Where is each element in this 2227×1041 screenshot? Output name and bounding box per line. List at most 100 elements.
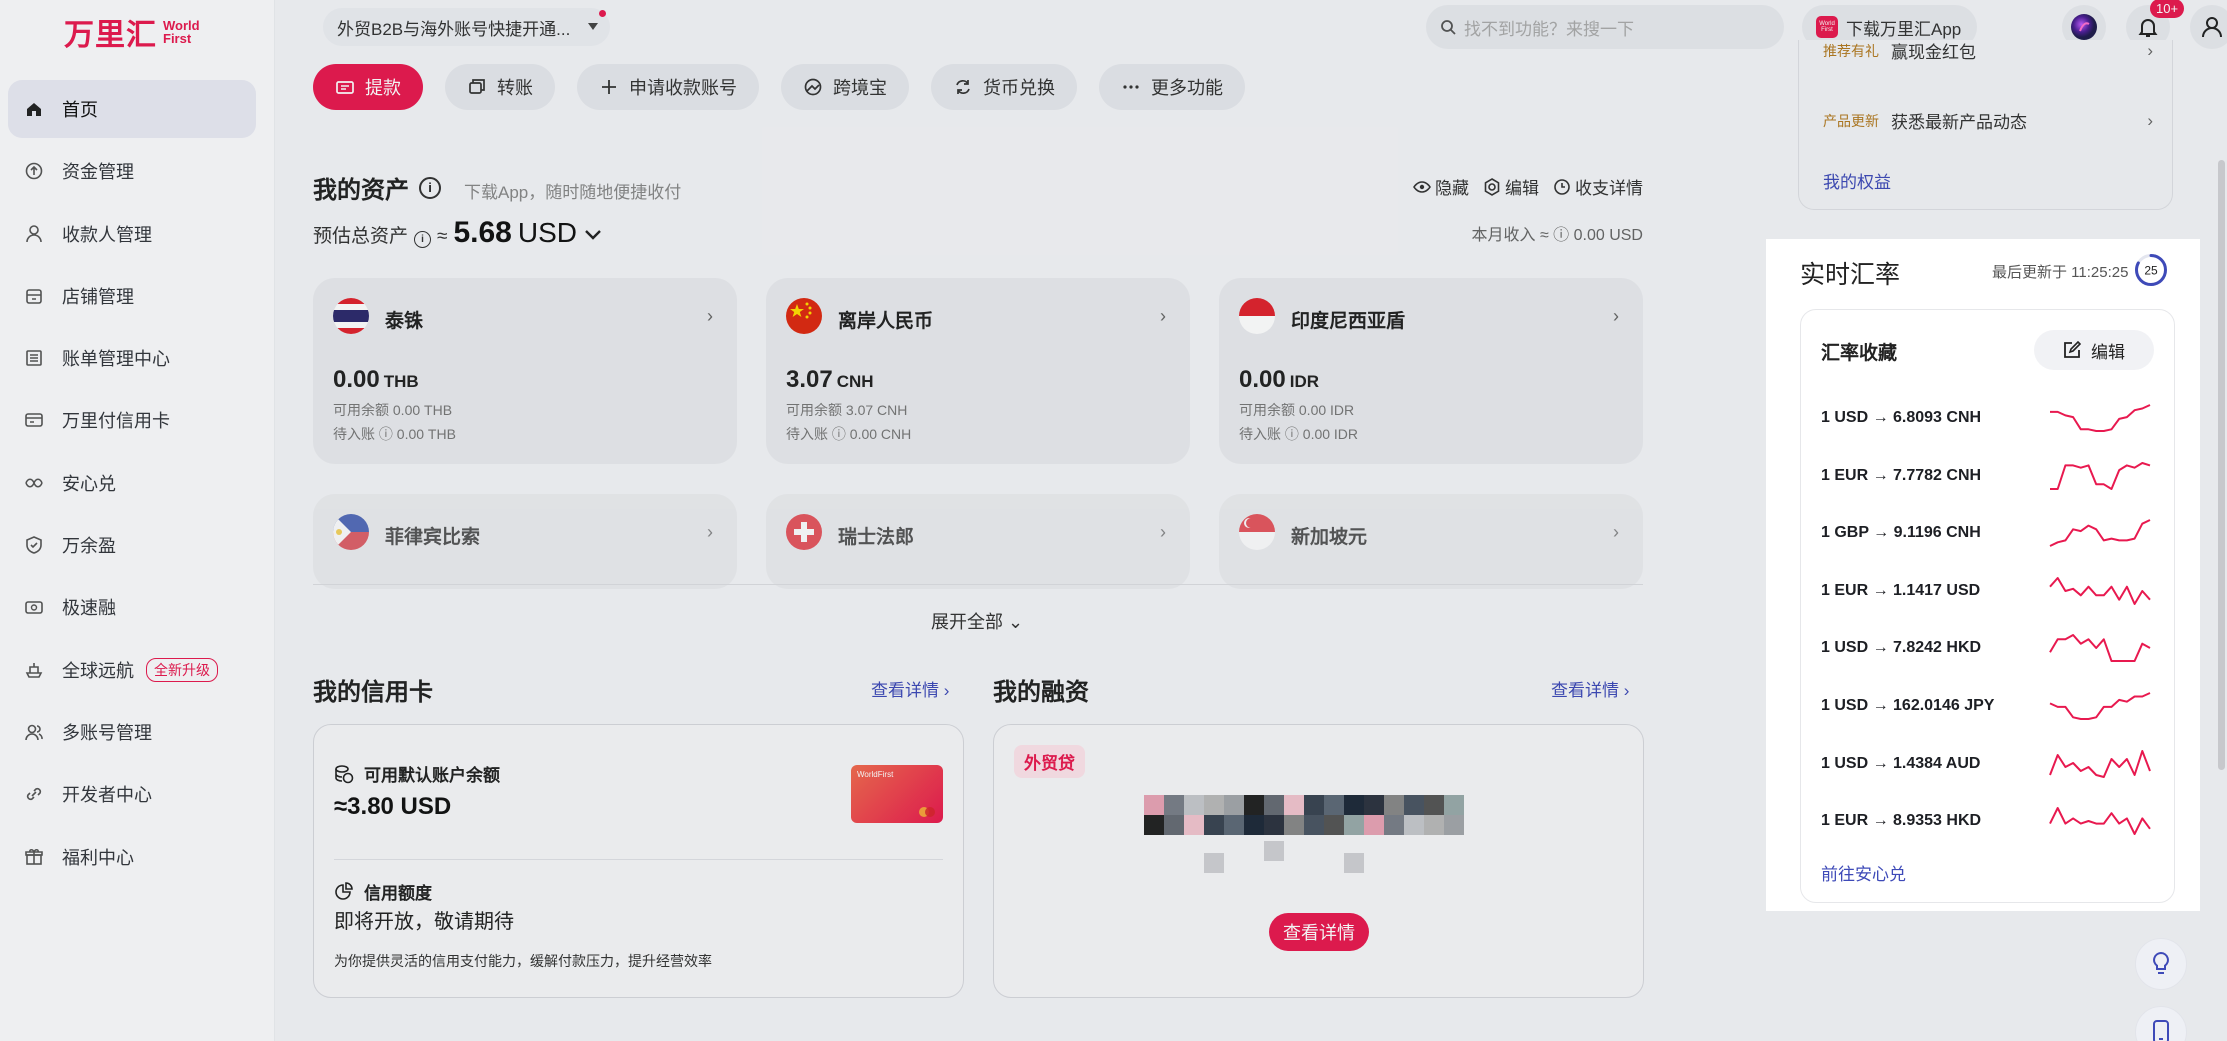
flag-sg-icon	[1239, 514, 1275, 550]
currency-card-ph[interactable]: 菲律宾比索 ›	[313, 494, 737, 589]
search-placeholder: 找不到功能？来搜一下	[1464, 19, 1634, 39]
expand-all-button[interactable]: 展开全部 ⌄	[931, 608, 1023, 634]
rate-sparkline	[2050, 404, 2151, 432]
currency-card-ch[interactable]: 瑞士法郎 ›	[766, 494, 1190, 589]
rate-row[interactable]: 1 EUR → 8.9353 HKD	[1821, 801, 2151, 841]
edit-favorites-button[interactable]: 编辑	[2034, 330, 2154, 370]
details-label: 收支详情	[1575, 179, 1643, 198]
download-app-label: 下载万里汇App	[1846, 19, 1962, 39]
credit-limit-label: 信用额度	[364, 884, 432, 903]
chevron-right-icon: ›	[1160, 306, 1166, 326]
rate-row[interactable]: 1 USD → 162.0146 JPY	[1821, 686, 2151, 726]
financing-details-button[interactable]: 查看详情	[1269, 913, 1369, 951]
mosaic-cell	[1264, 841, 1284, 861]
clock-icon	[1554, 178, 1570, 195]
rate-row[interactable]: 1 EUR → 7.7782 CNH	[1821, 456, 2151, 496]
tips-button[interactable]	[2135, 938, 2187, 990]
flag-th-icon	[333, 298, 369, 334]
mosaic-cell	[1204, 815, 1224, 835]
currency-card-sg[interactable]: 新加坡元 ›	[1219, 494, 1643, 589]
edit-assets-button[interactable]: 编辑	[1483, 174, 1539, 199]
rate-sparkline	[2049, 519, 2151, 548]
sidebar: 万里汇 World First 首页 资金管理 收款人管理 店铺管理 账单管理中…	[0, 0, 275, 1041]
card-icon	[25, 413, 43, 428]
rate-row[interactable]: 1 USD → 7.8242 HKD	[1821, 628, 2151, 668]
goto-exchange-link[interactable]: 前往安心兑	[1821, 860, 1906, 885]
edit-label: 编辑	[2091, 342, 2125, 362]
action-button-0[interactable]: 提款	[313, 64, 423, 110]
sidebar-item-12[interactable]: 福利中心	[8, 828, 256, 886]
asset-links: 隐藏 编辑 收支详情	[1413, 174, 1643, 199]
sidebar-item-4[interactable]: 账单管理中心	[8, 329, 256, 387]
sidebar-item-11[interactable]: 开发者中心	[8, 765, 256, 823]
user-avatar-button[interactable]	[2190, 5, 2227, 49]
sparkline-path	[2049, 634, 2151, 663]
mosaic-cell	[1344, 853, 1364, 873]
chevron-right-icon: ›	[707, 306, 713, 326]
financing-view-details-link[interactable]: 查看详情 ›	[1551, 676, 1629, 701]
sidebar-item-5[interactable]: 万里付信用卡	[8, 391, 256, 449]
sparkline-path	[2049, 749, 2151, 778]
currency-card-id[interactable]: 印度尼西亚盾 › 0.00 IDR 可用余额 0.00 IDR 待入账 ⓘ 0.00…	[1219, 278, 1643, 464]
app-logo-icon: World First	[1816, 16, 1838, 38]
action-label: 跨境宝	[833, 78, 887, 98]
my-benefits-link[interactable]: 我的权益	[1823, 168, 1891, 193]
last-updated: 最后更新于 11:25:25	[1992, 264, 2129, 281]
product-update-row[interactable]: 产品更新 获悉最新产品动态 ›	[1823, 108, 2153, 133]
action-button-4[interactable]: 货币兑换	[931, 64, 1077, 110]
sidebar-item-0[interactable]: 首页	[8, 80, 256, 138]
income-details-button[interactable]: 收支详情	[1553, 174, 1643, 199]
rates-title: 实时汇率	[1800, 261, 1901, 289]
sidebar-item-9[interactable]: 全球远航 全新升级	[8, 641, 256, 699]
total-assets: 预估总资产 i ≈ 5.68 USD	[313, 216, 603, 250]
chevron-down-icon[interactable]	[583, 228, 603, 242]
search-input[interactable]: 找不到功能？来搜一下	[1426, 5, 1784, 49]
sidebar-item-2[interactable]: 收款人管理	[8, 205, 256, 263]
logo-cn: 万里汇	[64, 19, 157, 52]
hide-button[interactable]: 隐藏	[1413, 174, 1469, 199]
mosaic-cell	[1444, 815, 1464, 835]
refresh-countdown[interactable]: 25	[2134, 253, 2168, 287]
store-icon	[26, 289, 42, 304]
sidebar-item-8[interactable]: 极速融	[8, 578, 256, 636]
benefits-panel: 推荐有礼 赢现金红包 › 产品更新 获悉最新产品动态 › 我的权益	[1798, 40, 2173, 210]
sidebar-item-7[interactable]: 万余盈	[8, 516, 256, 574]
sparkline-path	[2049, 807, 2151, 836]
action-button-5[interactable]: 更多功能	[1099, 64, 1245, 110]
financing-link-label: 查看详情	[1551, 681, 1619, 700]
pending-balance: 待入账 ⓘ 0.00 THB	[333, 426, 456, 442]
mosaic-cell	[1404, 815, 1424, 835]
rate-row[interactable]: 1 EUR → 1.1417 USD	[1821, 571, 2151, 611]
sidebar-item-3[interactable]: 店铺管理	[8, 267, 256, 325]
rate-row[interactable]: 1 USD → 6.8093 CNH	[1821, 398, 2151, 438]
referral-row[interactable]: 推荐有礼 赢现金红包 ›	[1823, 38, 2153, 63]
gift-icon	[25, 848, 43, 865]
mosaic-cell	[1284, 815, 1304, 835]
action-button-3[interactable]: 跨境宝	[781, 64, 909, 110]
sidebar-item-6[interactable]: 安心兑	[8, 454, 256, 512]
rate-row[interactable]: 1 GBP → 9.1196 CNH	[1821, 513, 2151, 553]
caret-down-icon	[588, 23, 599, 30]
scrollbar[interactable]	[2218, 160, 2225, 770]
action-button-1[interactable]: 转账	[445, 64, 555, 110]
brand-logo[interactable]: 万里汇 World First	[64, 10, 209, 54]
sidebar-item-1[interactable]: 资金管理	[8, 142, 256, 200]
mosaic-cell	[1144, 795, 1164, 815]
info-icon[interactable]: i	[419, 176, 441, 199]
currency-card-th[interactable]: 泰铢 › 0.00 THB 可用余额 0.00 THB 待入账 ⓘ 0.00 THB	[313, 278, 737, 464]
countdown-number: 25	[2144, 264, 2158, 278]
sidebar-item-10[interactable]: 多账号管理	[8, 703, 256, 761]
available-balance: 可用余额 0.00 IDR	[1239, 402, 1355, 418]
info-icon[interactable]: i	[414, 231, 432, 248]
credit-description: 为你提供灵活的信用支付能力，缓解付款压力，提升经营效率	[334, 953, 712, 969]
rate-row[interactable]: 1 USD → 1.4384 AUD	[1821, 744, 2151, 784]
shield-icon	[26, 536, 42, 554]
entity-selector[interactable]: 外贸B2B与海外账号快捷开通...	[323, 8, 611, 46]
sparkline-path	[2050, 461, 2151, 490]
red-dot-indicator	[599, 10, 607, 17]
currency-card-cn[interactable]: 离岸人民币 › 3.07 CNH 可用余额 3.07 CNH 待入账 ⓘ 0.00 …	[766, 278, 1190, 464]
action-button-2[interactable]: 申请收款账号	[577, 64, 759, 110]
mobile-app-button[interactable]	[2135, 1006, 2187, 1041]
credit-view-details-link[interactable]: 查看详情 ›	[871, 676, 949, 701]
notification-count: 10+	[2150, 0, 2185, 18]
